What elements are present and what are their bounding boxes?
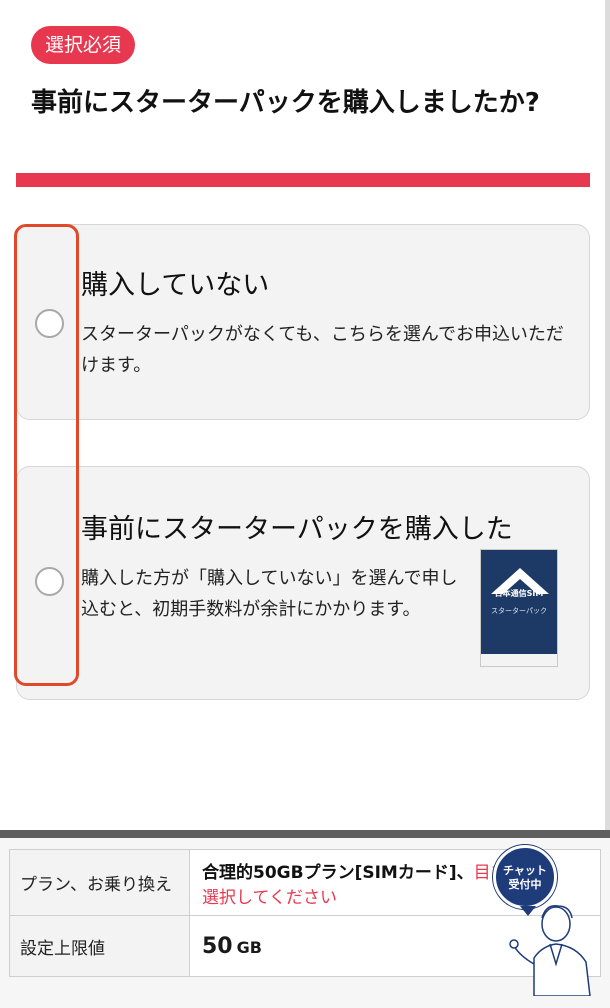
option-title: 事前にスターターパックを購入した (81, 514, 513, 545)
required-badge: 選択必須 (31, 26, 136, 64)
limit-value: 50 (202, 933, 233, 959)
plan-label: プラン、お乗り換え (9, 849, 190, 916)
plan-note: 選択してください (202, 887, 337, 908)
chat-bubble-tail (520, 906, 536, 916)
starter-pack-barcode-strip (481, 654, 557, 666)
chat-label-line2: 受付中 (508, 878, 542, 891)
summary-divider (0, 830, 610, 838)
chat-label-line1: チャット (503, 864, 547, 877)
chat-button[interactable]: チャット 受付中 (493, 845, 557, 916)
starter-pack-subtitle: スターターパック (491, 607, 547, 615)
starter-pack-image: 日本通信SIM スターターパック (480, 549, 558, 667)
limit-label: 設定上限値 (9, 915, 190, 977)
option-title: 購入していない (81, 270, 270, 301)
option-description: 購入した方が「購入していない」を選んで申し込むと、初期手数料が余計にかかります。 (81, 568, 458, 620)
chat-label: チャット 受付中 (496, 864, 554, 892)
section-divider (16, 173, 590, 187)
option-purchased[interactable]: 事前にスターターパックを購入した 購入した方が「購入していない」を選んで申し込む… (16, 466, 590, 700)
question-title: 事前にスターターパックを購入しましたか? (31, 88, 540, 118)
limit-unit: GB (236, 937, 262, 957)
option-not-purchased[interactable]: 購入していない スターターパックがなくても、こちらを選んでお申込いただけます。 (16, 224, 590, 420)
scroll-edge (605, 0, 610, 830)
radio-highlight-box (14, 224, 79, 686)
starter-pack-brand: 日本通信SIM (494, 589, 544, 598)
option-description: スターターパックがなくても、こちらを選んでお申込いただけます。 (81, 324, 564, 376)
plan-value: 合理的50GBプラン[SIMカード]、 (202, 862, 474, 883)
